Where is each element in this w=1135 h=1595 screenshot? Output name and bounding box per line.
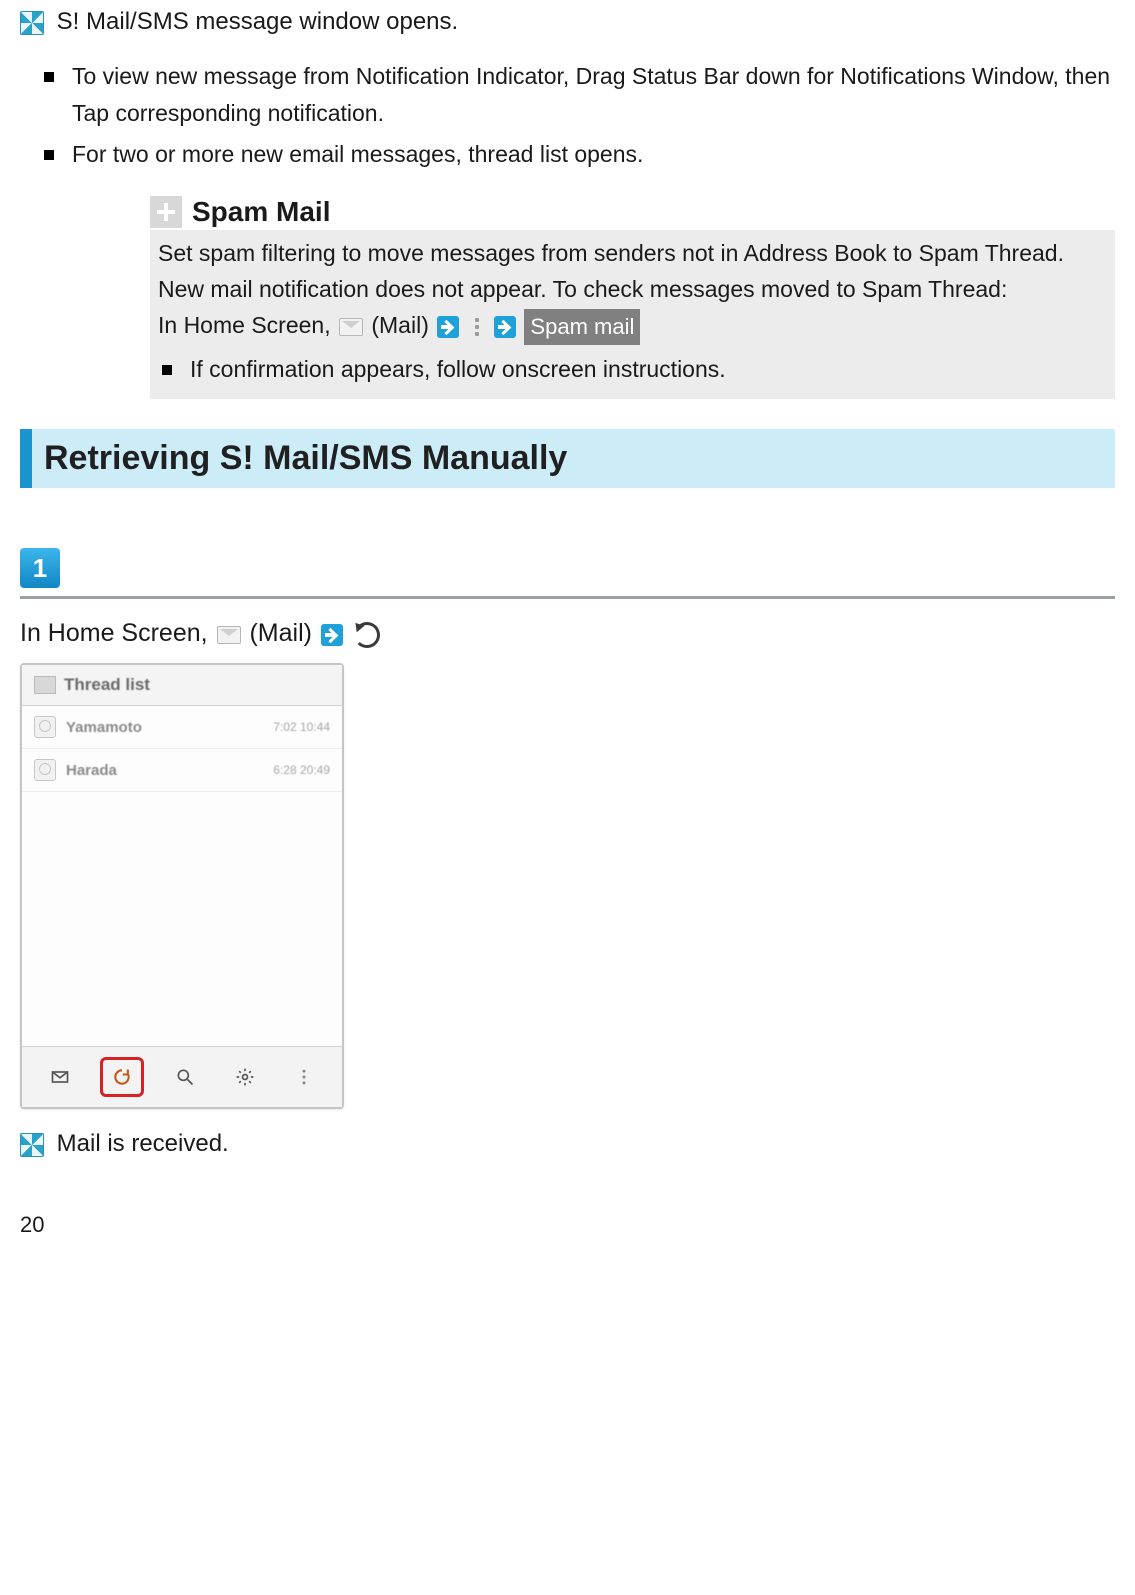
tip-sub-bullet: If confirmation appears, follow onscreen… [162,351,1107,388]
thread-time: 6:28 20:49 [273,763,330,777]
step-mail-label: (Mail) [249,619,312,647]
mail-icon [50,1067,70,1087]
tip-title: Spam Mail [192,196,330,228]
overflow-menu-icon [470,316,484,338]
phone-header: Thread list [22,665,342,706]
gear-icon [235,1067,255,1087]
tip-title-row: Spam Mail [150,196,1115,230]
refresh-icon [112,1067,132,1087]
spam-mail-button[interactable]: Spam mail [524,309,640,345]
search-icon [175,1067,195,1087]
compose-mail-button[interactable] [41,1060,79,1094]
step-result-text: Mail is received. [57,1130,229,1157]
arrow-right-icon [494,316,516,338]
phone-screenshot: Thread list Yamamoto 7:02 10:44 Harada 6… [20,663,344,1109]
thread-row[interactable]: Yamamoto 7:02 10:44 [22,706,342,749]
tip-path-prefix: In Home Screen, [158,312,337,338]
arrow-right-icon [321,624,343,646]
step-instruction: In Home Screen, (Mail) [20,613,1115,653]
result-icon [20,11,44,35]
step-row: 1 [20,548,1115,599]
refresh-button[interactable] [100,1057,144,1097]
thread-time: 7:02 10:44 [273,720,330,734]
search-button[interactable] [166,1060,204,1094]
tip-sub-bullet-list: If confirmation appears, follow onscreen… [158,351,1107,388]
plus-icon [150,196,182,228]
thread-row[interactable]: Harada 6:28 20:49 [22,749,342,792]
step-result-line: Mail is received. [20,1125,1115,1163]
mail-icon [217,626,241,644]
intro-result-text: S! Mail/SMS message window opens. [57,8,459,35]
settings-button[interactable] [226,1060,264,1094]
overflow-menu-icon [294,1067,314,1087]
intro-result-line: S! Mail/SMS message window opens. [20,4,1115,40]
section-heading: Retrieving S! Mail/SMS Manually [44,439,1103,478]
intro-bullet: To view new message from Notification In… [44,58,1115,132]
thread-name: Yamamoto [66,719,273,736]
page: S! Mail/SMS message window opens. To vie… [0,4,1135,1244]
result-icon [20,1133,44,1157]
step-text-prefix: In Home Screen, [20,619,215,647]
phone-toolbar [22,1046,342,1107]
mail-icon [339,318,363,336]
page-number: 20 [20,1212,44,1238]
avatar-icon [34,759,56,781]
folder-icon [34,676,56,694]
intro-bullet-list: To view new message from Notification In… [20,58,1115,172]
tip-body-line1: Set spam filtering to move messages from… [158,240,1064,302]
intro-bullet: For two or more new email messages, thre… [44,136,1115,173]
thread-name: Harada [66,762,273,779]
avatar-icon [34,716,56,738]
phone-thread-list: Yamamoto 7:02 10:44 Harada 6:28 20:49 [22,706,342,1046]
tip-mail-label: (Mail) [371,312,429,338]
section-heading-bar: Retrieving S! Mail/SMS Manually [20,429,1115,488]
overflow-menu-button[interactable] [285,1060,323,1094]
refresh-icon [354,622,380,648]
tip-body: Set spam filtering to move messages from… [150,230,1115,399]
step-number-badge: 1 [20,548,60,588]
phone-header-title: Thread list [64,675,150,695]
arrow-right-icon [437,316,459,338]
tip-box: Spam Mail Set spam filtering to move mes… [150,196,1115,399]
